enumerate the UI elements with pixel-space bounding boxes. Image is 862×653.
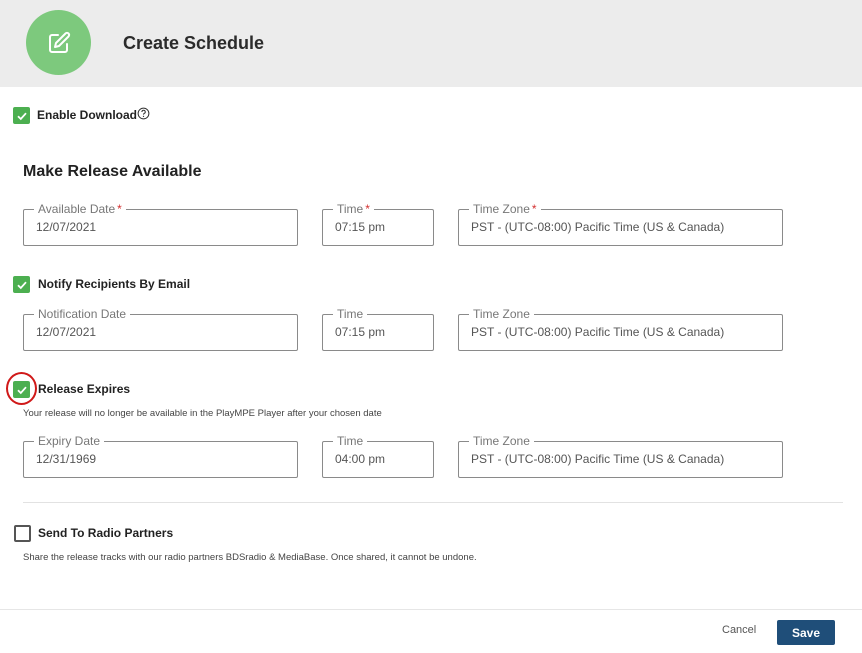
expiry-timezone-label: Time Zone (469, 433, 534, 449)
section-title-release-available: Make Release Available (23, 163, 202, 180)
enable-download-label: Enable Download (37, 108, 138, 122)
notification-timezone-label: Time Zone (469, 306, 534, 322)
footer-divider (0, 609, 862, 610)
expiry-date-value: 12/31/1969 (36, 452, 97, 466)
available-time-value: 07:15 pm (335, 220, 386, 234)
page-title: Create Schedule (123, 33, 265, 53)
notification-timezone-value: PST - (UTC-08:00) Pacific Time (US & Can… (471, 325, 725, 339)
required-mark: * (531, 202, 537, 216)
available-timezone-value: PST - (UTC-08:00) Pacific Time (US & Can… (471, 220, 725, 234)
radio-partners-label: Send To Radio Partners (38, 526, 174, 540)
annotation-circle (6, 372, 37, 405)
notification-time-field[interactable]: Time 07:15 pm (322, 306, 434, 351)
available-time-label: Time * (333, 201, 374, 217)
check-icon (16, 281, 27, 289)
notification-date-field[interactable]: Notification Date 12/07/2021 (23, 306, 298, 351)
radio-partners-checkbox[interactable] (14, 525, 31, 542)
notification-date-label: Notification Date (34, 306, 131, 322)
required-mark: * (117, 202, 122, 216)
notification-date-value: 12/07/2021 (36, 325, 97, 339)
available-date-field[interactable]: Available Date * 12/07/2021 (23, 201, 298, 246)
expiry-timezone-field[interactable]: Time Zone PST - (UTC-08:00) Pacific Time… (458, 433, 783, 478)
available-date-value: 12/07/2021 (36, 220, 97, 234)
notify-recipients-label: Notify Recipients By Email (38, 277, 191, 291)
expiry-time-field[interactable]: Time 04:00 pm (322, 433, 434, 478)
release-expires-hint: Your release will no longer be available… (23, 408, 382, 419)
available-time-field[interactable]: Time * 07:15 pm (322, 201, 434, 246)
required-mark: * (365, 202, 370, 216)
save-button[interactable]: Save (777, 620, 835, 645)
expiry-date-label: Expiry Date (34, 433, 105, 449)
release-expires-label: Release Expires (38, 382, 131, 396)
expiry-date-field[interactable]: Expiry Date 12/31/1969 (23, 433, 298, 478)
notify-recipients-checkbox[interactable] (13, 276, 30, 293)
expiry-time-value: 04:00 pm (335, 452, 386, 466)
section-divider (23, 502, 843, 503)
edit-icon (26, 10, 91, 75)
available-timezone-label: Time Zone * (469, 201, 541, 217)
check-icon (16, 112, 27, 120)
dialog-header: Create Schedule (0, 0, 862, 87)
notification-timezone-field[interactable]: Time Zone PST - (UTC-08:00) Pacific Time… (458, 306, 783, 351)
notification-time-label: Time (333, 306, 368, 322)
notification-time-value: 07:15 pm (335, 325, 386, 339)
expiry-time-label: Time (333, 433, 368, 449)
available-timezone-field[interactable]: Time Zone * PST - (UTC-08:00) Pacific Tim… (458, 201, 783, 246)
available-date-label: Available Date * (34, 201, 126, 217)
radio-partners-hint: Share the release tracks with our radio … (23, 552, 477, 563)
cancel-button[interactable]: Cancel (722, 624, 756, 636)
enable-download-checkbox[interactable] (13, 107, 30, 124)
expiry-timezone-value: PST - (UTC-08:00) Pacific Time (US & Can… (471, 452, 725, 466)
help-circle-icon[interactable] (137, 107, 150, 120)
